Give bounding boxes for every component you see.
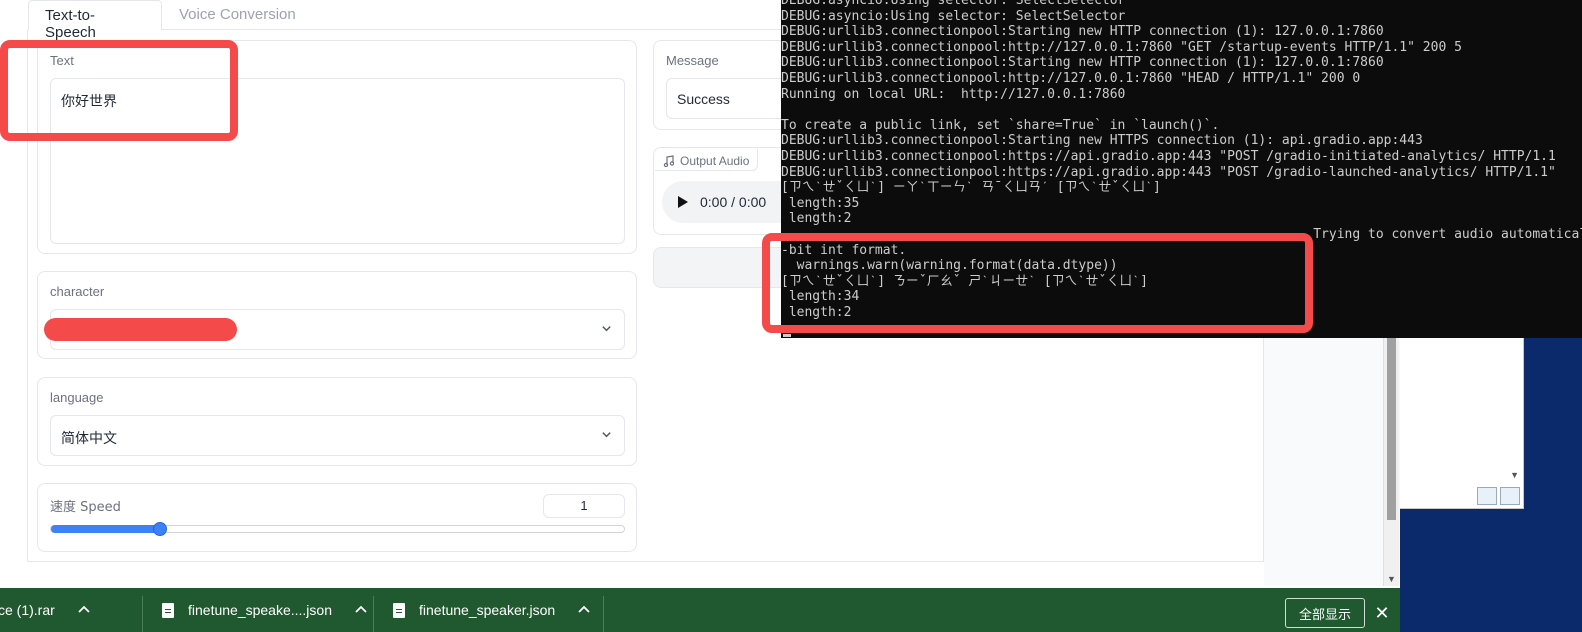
output-audio-panel: Output Audio 0:00 / 0:00 [653,147,802,235]
output-audio-header: Output Audio [655,149,759,171]
console-line: DEBUG:asyncio:Using selector: SelectSele… [781,8,1126,24]
chevron-up-icon[interactable] [577,603,591,617]
chevron-down-icon [602,432,611,438]
download-bar: ce (1).rar finetune_speake....json finet… [0,588,1400,632]
language-value: 简体中文 [61,431,117,447]
console-line: DEBUG:urllib3.connectionpool:http://127.… [781,39,1462,55]
download-filename: finetune_speaker.json [419,602,556,618]
message-label: Message [666,53,719,68]
character-label: character [50,284,105,299]
console-line: DEBUG:asyncio:Using selector: SelectSele… [781,0,1126,8]
tab-voice-conversion[interactable]: Voice Conversion [163,0,312,31]
console-line: DEBUG:urllib3.connectionpool:http://127.… [781,70,1361,86]
console-line: DEBUG:urllib3.connectionpool:https://api… [781,164,1556,180]
view-mode-toggle [1477,487,1521,507]
show-all-button[interactable]: 全部显示 [1285,598,1365,628]
console-line: length:35 [781,195,860,211]
speed-panel: 速度 Speed 1 [37,483,637,552]
download-filename: ce (1).rar [0,602,55,618]
audio-time: 0:00 / 0:00 [700,194,767,210]
speed-label: 速度 Speed [50,500,121,515]
output-audio-label: Output Audio [680,154,750,168]
download-separator [142,596,143,632]
close-icon[interactable]: ✕ [1374,604,1390,622]
thumbnail-view-icon[interactable] [1500,487,1520,505]
console-line: length:2 [781,211,852,227]
chevron-down-icon [602,326,611,332]
console-line: DEBUG:urllib3.connectionpool:Starting ne… [781,24,1384,40]
chevron-up-icon[interactable] [354,603,368,617]
speed-slider[interactable] [50,522,625,536]
console-line: DEBUG:urllib3.connectionpool:Starting ne… [781,55,1384,71]
console-line: DEBUG:urllib3.connectionpool:Starting ne… [781,133,1423,149]
tab-text-to-speech[interactable]: Text-to-Speech [28,0,162,41]
file-icon [393,602,405,618]
redaction-mark [44,318,237,341]
scrollbar-thumb[interactable] [1387,338,1396,520]
language-panel: language 简体中文 [37,377,637,466]
highlight-box-text [0,40,238,141]
console-line: Running on local URL: http://127.0.0.1:7… [781,86,1126,102]
character-panel: character [37,271,637,359]
speed-number-input[interactable]: 1 [543,494,625,518]
list-view-icon[interactable] [1477,487,1497,505]
file-icon [162,602,174,618]
language-label: language [50,390,104,405]
page-scrollbar[interactable]: ▼ [1383,330,1399,586]
highlight-box-console [762,233,1313,333]
console-line: [ㄗㄟˋㄝˇㄑㄩˋ] ㄧㄚˋㄒㄧㄣˋ ㄢˉㄑㄩㄢˊ [ㄗㄟˋㄝˇㄑㄩˋ] [781,180,1161,196]
scroll-down-icon[interactable]: ▼ [1510,470,1519,480]
download-separator [603,596,604,632]
download-item[interactable]: ce (1).rar [0,588,91,632]
message-panel: Message Success [653,40,806,130]
speed-slider-handle[interactable] [152,522,167,536]
download-filename: finetune_speake....json [188,602,332,618]
console-line: DEBUG:urllib3.connectionpool:https://api… [781,148,1556,164]
download-item[interactable]: finetune_speaker.json [393,588,591,632]
language-dropdown[interactable]: 简体中文 [50,415,625,456]
speed-slider-fill [51,525,160,533]
scroll-down-icon[interactable]: ▼ [1387,574,1396,584]
download-item[interactable]: finetune_speake....json [162,588,368,632]
play-icon[interactable] [678,196,688,208]
background-window [1264,330,1400,586]
chevron-up-icon[interactable] [77,603,91,617]
document-window: ▼ [1400,330,1524,509]
music-note-icon [663,155,674,167]
download-separator [373,596,374,632]
console-line: To create a public link, set `share=True… [781,117,1220,133]
console-cursor [783,334,791,337]
